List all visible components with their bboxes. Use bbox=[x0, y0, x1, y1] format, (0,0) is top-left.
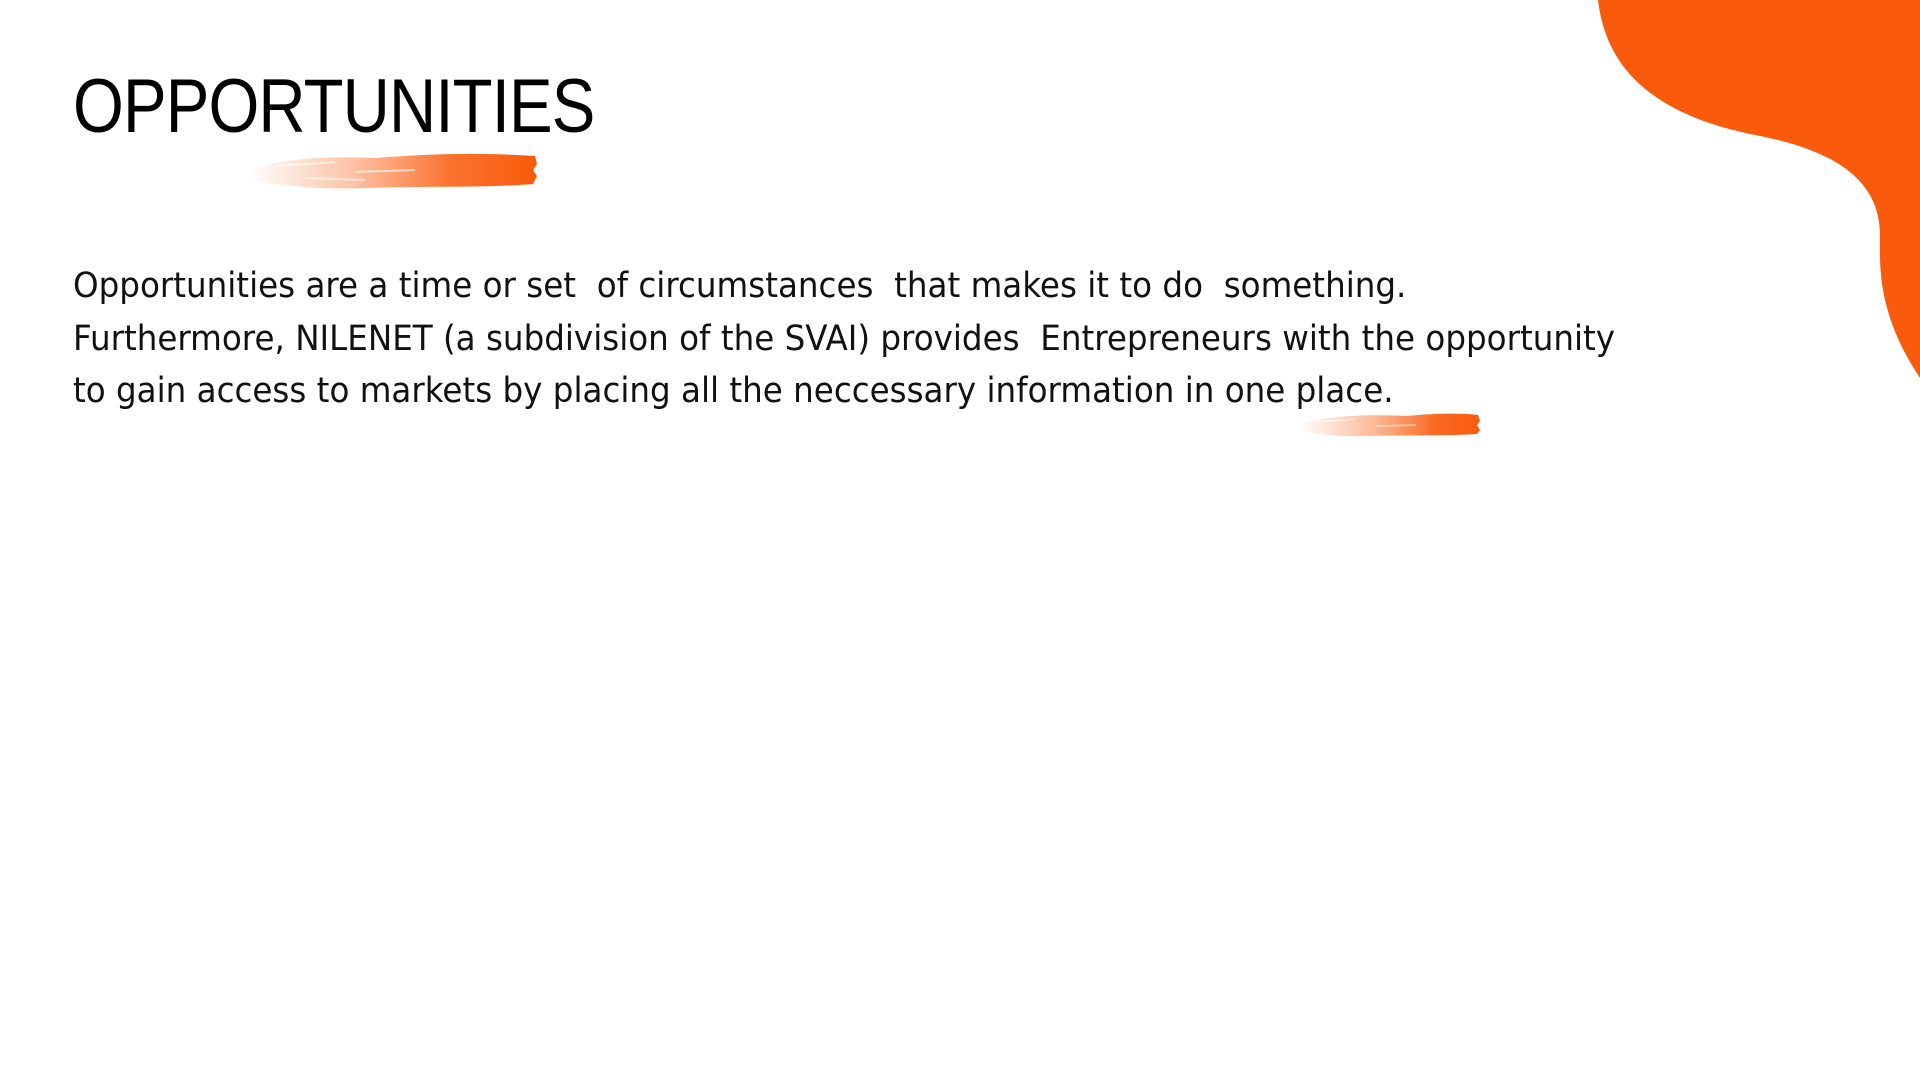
title-brush-stroke bbox=[247, 153, 537, 189]
slide-title: OPPORTUNITIES bbox=[73, 64, 595, 149]
slide: OPPORTUNITIES Opportunities are a time o… bbox=[0, 0, 1920, 1080]
body-line: Furthermore, NILENET (a subdivision of t… bbox=[73, 318, 1616, 359]
body-brush-stroke bbox=[1298, 413, 1480, 437]
body-paragraph: Opportunities are a time or set of circu… bbox=[73, 260, 1635, 418]
body-line: Opportunities are a time or set of circu… bbox=[73, 266, 1407, 306]
